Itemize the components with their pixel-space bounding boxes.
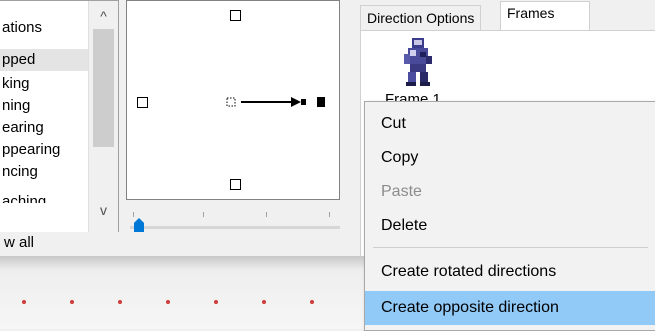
grid-dot — [70, 300, 74, 304]
list-item-approaching[interactable]: aching — [0, 187, 88, 203]
list-item-appearing[interactable]: earing — [0, 117, 88, 139]
menu-item-paste[interactable]: Paste — [365, 175, 655, 209]
grid-dot — [22, 300, 26, 304]
tab-direction-options[interactable]: Direction Options — [360, 5, 482, 30]
menu-item-create-rotated-directions[interactable]: Create rotated directions — [365, 255, 655, 289]
scroll-up-arrow[interactable]: ^ — [89, 3, 118, 29]
list-item-running[interactable]: ning — [0, 95, 88, 117]
tab-strip: Direction Options Frames — [346, 0, 655, 31]
scroll-down-arrow[interactable]: v — [89, 197, 118, 223]
menu-item-delete[interactable]: Delete — [365, 209, 655, 243]
direction-preview[interactable] — [126, 0, 340, 200]
slider-tick — [133, 212, 134, 217]
grid-dot — [310, 300, 314, 304]
menu-item-create-opposite-direction[interactable]: Create opposite direction — [365, 291, 655, 325]
grid-dot — [118, 300, 122, 304]
speed-slider-track[interactable] — [130, 226, 340, 229]
list-item-walking[interactable]: king — [0, 73, 88, 95]
grid-dot — [214, 300, 218, 304]
list-item-bouncing[interactable]: ncing — [0, 161, 88, 183]
tab-frames[interactable]: Frames — [500, 1, 590, 31]
sprite-thumbnail-icon[interactable] — [398, 36, 438, 88]
list-item-animations[interactable]: ations — [0, 17, 88, 39]
list-item-disappearing[interactable]: ppearing — [0, 139, 88, 161]
left-handle[interactable] — [137, 97, 148, 108]
top-handle[interactable] — [230, 10, 241, 21]
grid-dot — [166, 300, 170, 304]
speed-slider-thumb[interactable] — [134, 218, 144, 232]
menu-item-copy[interactable]: Copy — [365, 141, 655, 175]
scrollbar-thumb[interactable] — [93, 29, 114, 147]
direction-arrow-icon[interactable] — [225, 93, 339, 113]
bottom-handle[interactable] — [230, 179, 241, 190]
context-menu: Cut Copy Paste Delete Create rotated dir… — [364, 101, 655, 331]
menu-item-cut[interactable]: Cut — [365, 107, 655, 141]
list-item-stopped[interactable]: pped — [0, 49, 88, 71]
list-scrollbar[interactable]: ^ v — [88, 1, 118, 233]
slider-tick — [329, 212, 330, 217]
menu-separator — [373, 247, 648, 248]
slider-tick — [266, 212, 267, 217]
grid-dot — [262, 300, 266, 304]
show-all-checkbox[interactable]: w all — [0, 232, 122, 254]
slider-tick — [203, 212, 204, 217]
animation-list[interactable]: ations pped king ning earing ppearing nc… — [0, 0, 119, 234]
